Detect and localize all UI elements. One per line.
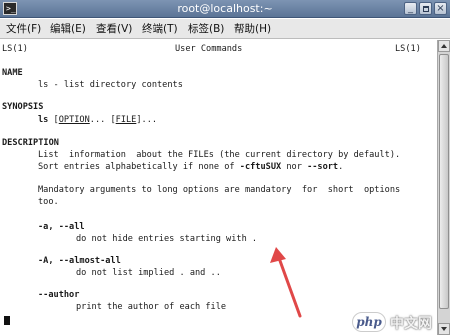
minimize-button[interactable]: _ (404, 2, 417, 15)
close-icon: × (436, 3, 445, 14)
option-all-desc: do not hide entries starting with . (76, 234, 258, 244)
arrow-up-icon (441, 44, 447, 48)
minimize-icon: _ (408, 3, 413, 14)
section-description-heading: DESCRIPTION (2, 138, 59, 148)
section-name-heading: NAME (2, 68, 23, 78)
synopsis-cmd: ls (38, 115, 49, 125)
scroll-up-button[interactable] (438, 40, 450, 52)
window-titlebar[interactable]: >_ root@localhost:~ _ × (0, 0, 450, 18)
description-line-2: Sort entries alphabetically if none of -… (38, 162, 343, 173)
section-synopsis-heading: SYNOPSIS (2, 102, 44, 112)
desc-sort-flag: --sort (307, 162, 339, 172)
desc-nor: nor (281, 162, 308, 172)
watermark: php 中文网 (352, 312, 448, 332)
option-almost-all-desc: do not list implied . and .. (76, 268, 221, 278)
name-line: ls - list directory contents (38, 80, 183, 90)
desc-text: Sort entries alphabetically if none of (38, 162, 240, 172)
synopsis-file: FILE (115, 115, 137, 125)
desc-period: . (338, 162, 344, 172)
menu-help[interactable]: 帮助(H) (234, 22, 271, 36)
vertical-scrollbar[interactable] (437, 40, 450, 335)
menu-terminal[interactable]: 终端(T) (142, 22, 178, 36)
menu-view[interactable]: 查看(V) (96, 22, 132, 36)
option-author: --author (38, 290, 80, 300)
watermark-logo: php (352, 312, 386, 332)
watermark-text: 中文网 (390, 316, 432, 332)
maximize-button[interactable] (419, 2, 432, 15)
close-button[interactable]: × (434, 2, 447, 15)
option-almost-all: -A, --almost-all (38, 256, 121, 266)
synopsis-line: ls [OPTION... [FILE]... (38, 115, 158, 125)
man-header-right: LS(1) (395, 44, 421, 54)
description-line-1: List information about the FILEs (the cu… (38, 150, 401, 160)
desc-flags: -cftuSUX (239, 162, 282, 172)
maximize-icon (423, 6, 429, 12)
menubar: 文件(F) 编辑(E) 查看(V) 终端(T) 标签(B) 帮助(H) (0, 19, 450, 39)
terminal-cursor (4, 316, 10, 325)
terminal-output[interactable]: LS(1) User Commands LS(1) NAME ls - list… (0, 40, 437, 335)
description-line-3: Mandatory arguments to long options are … (38, 185, 401, 195)
man-header-center: User Commands (175, 44, 243, 54)
description-line-4: too. (38, 197, 59, 207)
synopsis-option: OPTION (58, 115, 90, 125)
window-title: root@localhost:~ (177, 2, 273, 15)
menu-tabs[interactable]: 标签(B) (188, 22, 224, 36)
watermark-php-text: php (356, 315, 382, 329)
man-header-left: LS(1) (2, 44, 28, 54)
option-all: -a, --all (38, 222, 85, 232)
menu-file[interactable]: 文件(F) (6, 22, 41, 36)
synopsis-mid: ... [ (89, 115, 116, 125)
synopsis-end: ]... (136, 115, 158, 125)
menu-edit[interactable]: 编辑(E) (50, 22, 86, 36)
scrollbar-thumb[interactable] (439, 54, 449, 309)
option-author-desc: print the author of each file (76, 302, 227, 312)
